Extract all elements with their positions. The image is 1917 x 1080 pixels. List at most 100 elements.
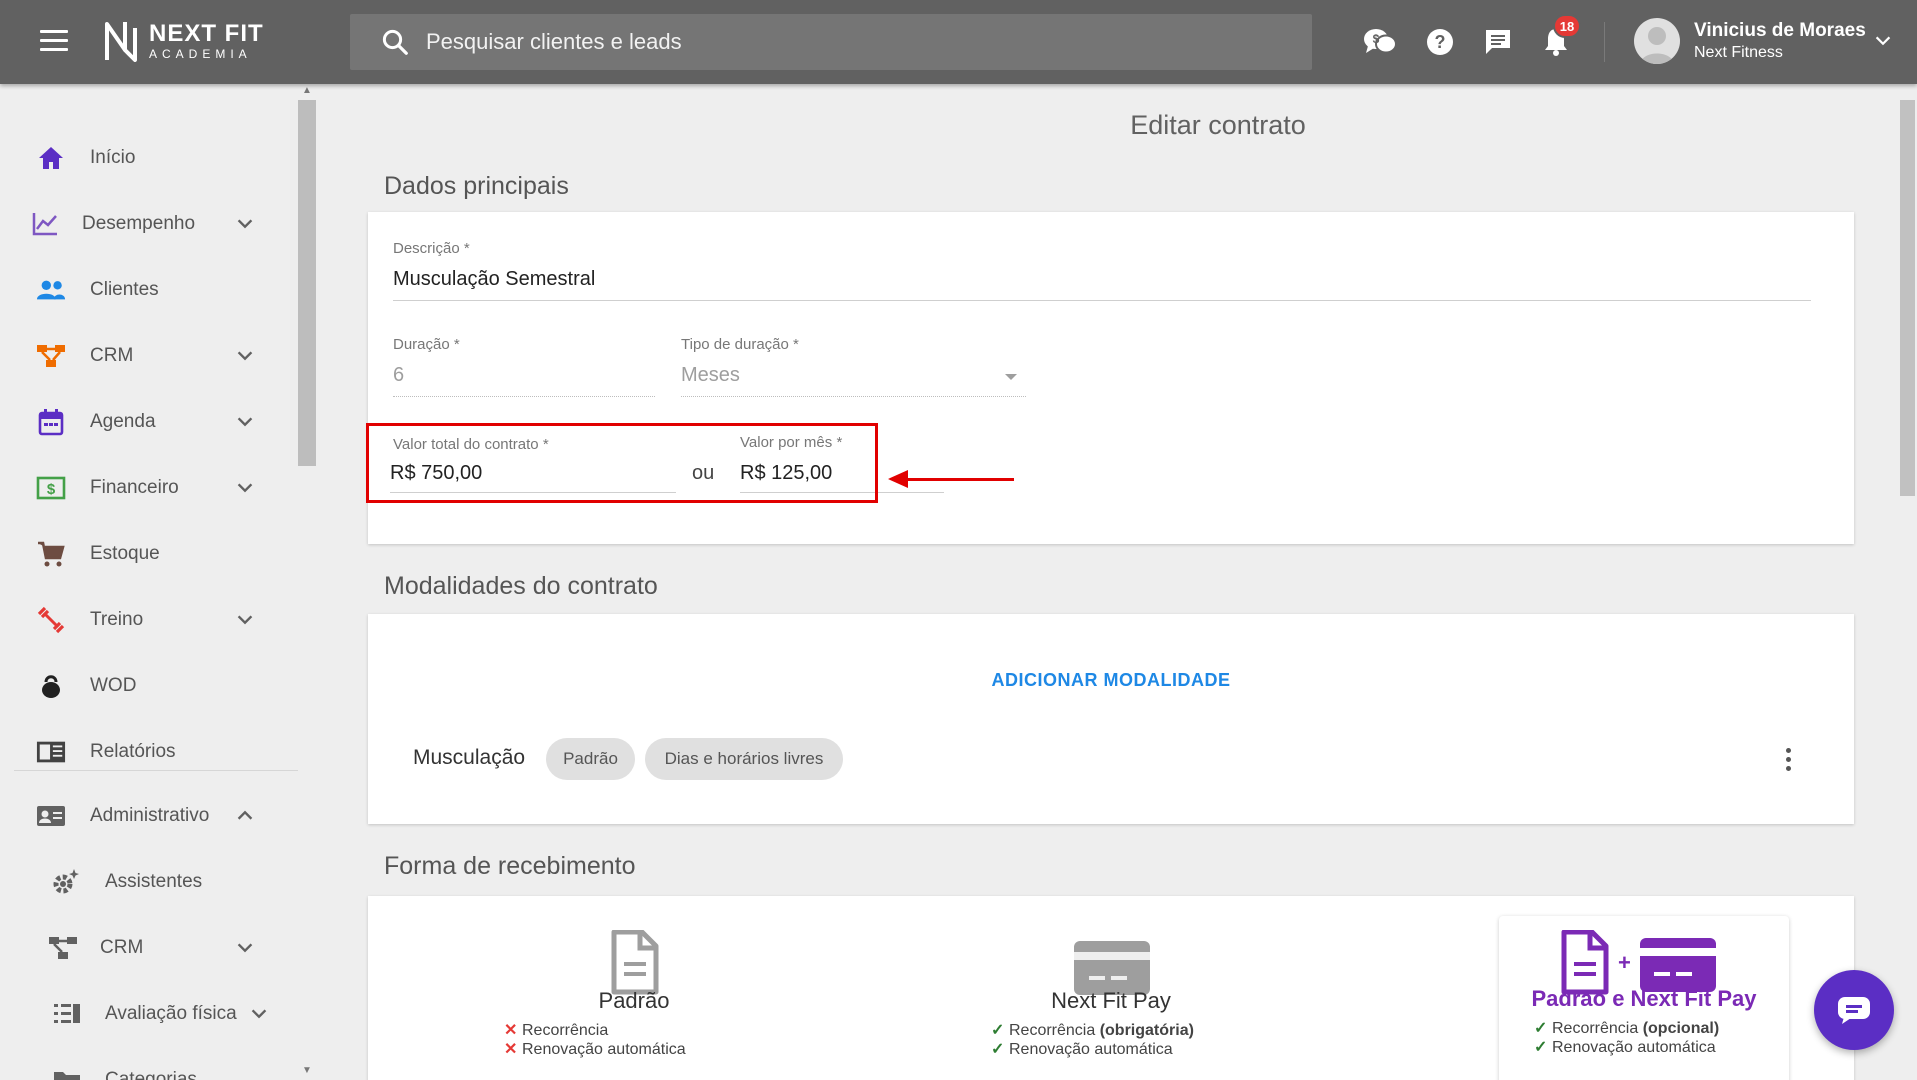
logo-mark-icon	[105, 22, 137, 62]
sidebar-scrollbar[interactable]: ▲ ▼	[298, 84, 318, 1080]
chat-support-button[interactable]	[1814, 970, 1894, 1050]
logo-subtitle: ACADEMIA	[149, 47, 252, 61]
sidebar-item-label: Avaliação física	[105, 1003, 237, 1024]
feature-item: ✓ Recorrência (obrigatória)	[991, 1022, 1194, 1039]
chevron-up-icon[interactable]	[234, 805, 256, 827]
scroll-down-arrow[interactable]: ▼	[302, 1066, 312, 1076]
chevron-down-icon[interactable]	[234, 411, 256, 433]
sales-chat-icon[interactable]: $	[1362, 24, 1398, 60]
sidebar-item-label: Administrativo	[90, 805, 210, 826]
sidebar-item-label: Relatórios	[90, 741, 176, 762]
sidebar-divider	[14, 770, 298, 771]
logo[interactable]: NEXT FIT ACADEMIA	[103, 20, 264, 62]
sidebar-item-wod[interactable]: WOD	[0, 656, 298, 716]
feature-item: ✓ Renovação automática	[991, 1041, 1173, 1058]
avatar[interactable]	[1634, 18, 1680, 64]
duracao-label: Duração *	[393, 336, 460, 353]
chevron-down-icon[interactable]	[1872, 30, 1894, 52]
chart-line-icon	[30, 209, 60, 239]
feature-item: ✓ Recorrência (opcional)	[1534, 1020, 1720, 1037]
modalidades-card: ADICIONAR MODALIDADE Musculação Padrão D…	[368, 614, 1854, 824]
chevron-down-icon[interactable]	[234, 937, 256, 959]
messages-icon[interactable]	[1480, 24, 1516, 60]
sidebar-item-assistentes[interactable]: Assistentes	[0, 852, 298, 912]
tipo-duracao-label: Tipo de duração *	[681, 336, 799, 353]
sidebar-item-crm-admin[interactable]: CRM	[0, 918, 298, 978]
user-name[interactable]: Vinicius de Moraes	[1694, 20, 1866, 42]
logo-title: NEXT FIT	[149, 20, 264, 47]
payment-option-padrao-e-next-fit-pay[interactable]: + Padrão e Next Fit Pay ✓ Recorrência (op…	[1494, 896, 1794, 1076]
people-icon	[36, 275, 66, 305]
money-icon: $	[36, 473, 66, 503]
id-card-icon	[36, 801, 66, 831]
sidebar-item-estoque[interactable]: Estoque	[0, 524, 298, 584]
feature-item: ✕ Renovação automática	[504, 1041, 686, 1058]
sidebar-item-financeiro[interactable]: $ Financeiro	[0, 458, 298, 518]
notification-badge: 18	[1553, 14, 1581, 38]
duracao-input: 6	[393, 364, 405, 386]
feature-item: ✓ Renovação automática	[1534, 1039, 1716, 1056]
sidebar-item-label: Agenda	[90, 411, 156, 432]
chevron-down-icon[interactable]	[234, 609, 256, 631]
payment-title: Padrão	[598, 988, 670, 1013]
payment-option-next-fit-pay[interactable]: Next Fit Pay ✓ Recorrência (obrigatória) …	[961, 896, 1261, 1076]
scrollbar-thumb[interactable]	[298, 100, 316, 466]
list-icon	[52, 999, 82, 1029]
report-icon	[36, 737, 66, 767]
sidebar-item-treino[interactable]: Treino	[0, 590, 298, 650]
section-title-modalidades: Modalidades do contrato	[384, 572, 658, 600]
sidebar-item-crm[interactable]: CRM	[0, 326, 298, 386]
folder-icon	[52, 1065, 82, 1080]
main-content: Editar contrato Dados principais Descriç…	[318, 84, 1898, 1080]
sidebar-item-label: Início	[90, 147, 136, 168]
sidebar-item-label: Estoque	[90, 543, 160, 564]
chevron-down-icon[interactable]	[234, 213, 256, 235]
payment-title: Padrão e Next Fit Pay	[1531, 986, 1757, 1011]
help-icon[interactable]: ?	[1422, 24, 1458, 60]
sidebar-item-label: Treino	[90, 609, 144, 630]
main-scrollbar[interactable]	[1898, 84, 1917, 1080]
modalidade-name: Musculação	[413, 746, 526, 769]
sidebar-item-clientes[interactable]: Clientes	[0, 260, 298, 320]
highlight-box	[366, 423, 878, 503]
section-title-dados-principais: Dados principais	[384, 172, 569, 200]
sidebar-item-label: Assistentes	[105, 871, 203, 892]
crm-icon	[36, 341, 66, 371]
payment-option-padrao[interactable]: Padrão ✕ Recorrência ✕ Renovação automátic…	[484, 896, 784, 1076]
sidebar-item-label: Financeiro	[90, 477, 179, 498]
scrollbar-thumb[interactable]	[1900, 100, 1915, 496]
search-icon	[382, 29, 408, 55]
divider	[1604, 22, 1605, 62]
tipo-duracao-underline	[681, 396, 1026, 397]
sidebar-item-inicio[interactable]: Início	[0, 128, 298, 188]
chevron-down-icon[interactable]	[234, 345, 256, 367]
arrow-line	[904, 478, 1014, 481]
chevron-down-icon[interactable]	[248, 1003, 270, 1025]
descricao-input[interactable]: Musculação Semestral	[393, 268, 595, 291]
section-title-forma-recebimento: Forma de recebimento	[384, 852, 636, 880]
more-vert-icon[interactable]	[1784, 748, 1792, 774]
scroll-up-arrow[interactable]: ▲	[302, 86, 312, 96]
sidebar-item-relatorios[interactable]: Relatórios	[0, 722, 298, 782]
chevron-down-icon[interactable]	[234, 477, 256, 499]
forma-recebimento-card: Padrão ✕ Recorrência ✕ Renovação automátic…	[368, 896, 1854, 1080]
descricao-label: Descrição *	[393, 240, 470, 257]
user-company[interactable]: Next Fitness	[1694, 44, 1783, 62]
sidebar-item-label: Clientes	[90, 279, 159, 300]
menu-icon[interactable]	[40, 30, 68, 52]
descricao-underline	[393, 300, 1811, 301]
sidebar-item-desempenho[interactable]: Desempenho	[0, 194, 298, 254]
page-title: Editar contrato	[1130, 110, 1306, 140]
caret-down-icon	[1005, 374, 1017, 380]
sidebar-item-administrativo[interactable]: Administrativo	[0, 786, 298, 846]
feature-item: ✕ Recorrência	[504, 1022, 609, 1039]
sidebar-item-categorias[interactable]: Categorias	[0, 1050, 298, 1080]
cart-icon	[36, 539, 66, 569]
chip-padrao: Padrão	[546, 738, 635, 780]
search-input[interactable]	[426, 14, 1312, 70]
search-bar[interactable]	[350, 14, 1312, 70]
sidebar-item-avaliacao-fisica[interactable]: Avaliação física	[0, 984, 298, 1044]
add-modalidade-button[interactable]: ADICIONAR MODALIDADE	[368, 670, 1854, 691]
sidebar-item-agenda[interactable]: Agenda	[0, 392, 298, 452]
svg-text:+: +	[1618, 950, 1631, 975]
